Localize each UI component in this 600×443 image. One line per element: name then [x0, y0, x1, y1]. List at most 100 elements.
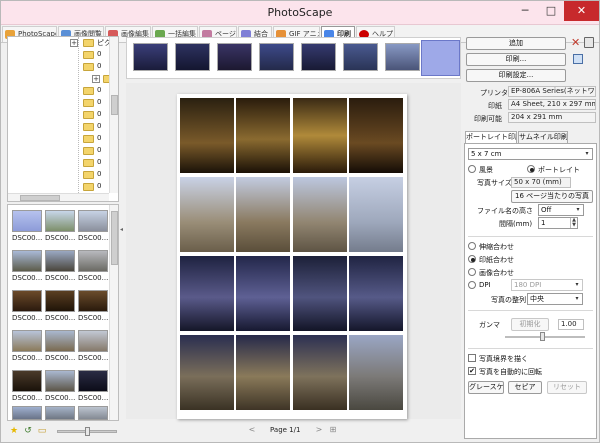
- prev-page-button[interactable]: <: [247, 425, 257, 435]
- per-page-button[interactable]: 16 ページ当たりの写真: [511, 190, 593, 203]
- folder-icon[interactable]: ▭: [37, 426, 47, 436]
- dpi-radio[interactable]: [468, 281, 476, 289]
- thumbnail[interactable]: [45, 406, 75, 420]
- slider-knob[interactable]: [85, 427, 90, 436]
- strip-thumbnail[interactable]: [175, 43, 210, 71]
- strip-thumbnail[interactable]: [385, 43, 420, 71]
- fit-image-radio[interactable]: [468, 268, 476, 276]
- expand-toggle[interactable]: +: [70, 39, 78, 47]
- close-button[interactable]: ✕: [564, 1, 599, 21]
- portrait-label: ポートレイト: [538, 166, 580, 174]
- tree-node[interactable]: 0: [8, 145, 118, 157]
- spinner-arrows[interactable]: ▲ ▼: [570, 218, 577, 228]
- tree-label: 0: [97, 110, 102, 118]
- border-checkbox[interactable]: [468, 354, 476, 362]
- photo-size-select[interactable]: 5 x 7 cm ▾: [468, 148, 593, 160]
- maximize-button[interactable]: □: [538, 1, 564, 21]
- strip-thumbnail[interactable]: [343, 43, 378, 71]
- printable-label: 印刷可能: [474, 115, 502, 123]
- expand-toggle[interactable]: +: [92, 75, 100, 83]
- folder-icon: [83, 183, 94, 191]
- thumbnail-vscrollbar[interactable]: [109, 205, 118, 420]
- tree-node[interactable]: 0: [8, 133, 118, 145]
- thumbnail[interactable]: [45, 250, 75, 272]
- thumbnail[interactable]: [78, 406, 108, 420]
- spacing-label: 間隔(mm): [499, 220, 533, 228]
- tree-label: 0: [97, 146, 102, 154]
- page-navigator: < Page 1/1 > ⊞: [126, 424, 461, 438]
- thumbnail[interactable]: [12, 250, 42, 272]
- autorotate-checkbox[interactable]: ✔: [468, 367, 476, 375]
- thumbnail[interactable]: [78, 370, 108, 392]
- sepia-button[interactable]: セピア: [508, 381, 542, 394]
- strip-thumbnail[interactable]: [133, 43, 168, 71]
- tree-vscrollbar[interactable]: [109, 37, 118, 193]
- gamma-slider-knob[interactable]: [540, 332, 545, 341]
- gamma-slider[interactable]: [505, 336, 585, 338]
- thumbnail[interactable]: [12, 210, 42, 232]
- star-icon[interactable]: ★: [9, 426, 19, 436]
- delete-icon[interactable]: ✕: [571, 36, 580, 49]
- thumbnail-size-slider[interactable]: [57, 427, 117, 436]
- strip-thumbnail-selected[interactable]: [421, 40, 460, 76]
- tree-node[interactable]: 0: [8, 121, 118, 133]
- thumbnail-scroll-thumb[interactable]: [111, 211, 118, 265]
- thumbnail[interactable]: [78, 290, 108, 312]
- tree-node[interactable]: 0: [8, 169, 118, 181]
- reset-button[interactable]: リセット: [547, 381, 587, 394]
- thumbnail[interactable]: [12, 406, 42, 420]
- tree-node[interactable]: 0: [8, 49, 118, 61]
- tree-node[interactable]: 0: [8, 61, 118, 73]
- strip-thumbnail[interactable]: [259, 43, 294, 71]
- thumbnail[interactable]: [78, 250, 108, 272]
- filename-height-select[interactable]: Off ▾: [538, 204, 584, 216]
- grayscale-button[interactable]: グレースケール: [468, 381, 504, 394]
- landscape-radio[interactable]: [468, 165, 476, 173]
- portrait-radio[interactable]: [527, 165, 535, 173]
- align-select[interactable]: 中央 ▾: [527, 293, 583, 305]
- zoom-icon[interactable]: ⊞: [328, 425, 338, 435]
- thumbnail[interactable]: [12, 330, 42, 352]
- tree-hscroll-thumb[interactable]: [20, 195, 60, 201]
- gamma-reset-button[interactable]: 初期化: [511, 318, 549, 331]
- trash-icon[interactable]: [584, 37, 594, 48]
- stretch-radio[interactable]: [468, 242, 476, 250]
- tree-node[interactable]: 0: [8, 157, 118, 169]
- tree-node[interactable]: 0: [8, 109, 118, 121]
- tree-scroll-thumb[interactable]: [111, 95, 118, 115]
- landscape-label: 風景: [479, 166, 493, 174]
- thumbnail[interactable]: [12, 370, 42, 392]
- thumbnail-label: DSC00...: [12, 234, 43, 242]
- print-settings-button[interactable]: 印刷設定...: [466, 69, 566, 82]
- thumbnail[interactable]: [45, 290, 75, 312]
- tree-node[interactable]: +0: [8, 73, 118, 85]
- collapse-handle[interactable]: ◂: [119, 226, 124, 240]
- print-preview-page: [177, 94, 407, 419]
- tree-node[interactable]: 0: [8, 85, 118, 97]
- rotate-icon[interactable]: ↺: [23, 426, 33, 436]
- strip-thumbnail[interactable]: [217, 43, 252, 71]
- gamma-value[interactable]: 1.00: [558, 319, 584, 330]
- list-icon[interactable]: [573, 54, 583, 64]
- preview-photo: [349, 256, 403, 331]
- fit-paper-radio[interactable]: [468, 255, 476, 263]
- thumbnail[interactable]: [45, 330, 75, 352]
- thumbnail[interactable]: [78, 330, 108, 352]
- thumbnail-label: DSC00...: [78, 234, 109, 242]
- add-button[interactable]: 追加: [466, 37, 566, 50]
- tree-node[interactable]: 0: [8, 181, 118, 193]
- tree-node[interactable]: + ピクチ: [8, 37, 118, 49]
- thumbnail[interactable]: [78, 210, 108, 232]
- spacing-spinner[interactable]: 1 ▲ ▼: [538, 217, 578, 229]
- print-button[interactable]: 印刷...: [466, 53, 566, 66]
- thumbnail[interactable]: [45, 210, 75, 232]
- tree-node[interactable]: 0: [8, 97, 118, 109]
- strip-thumbnail[interactable]: [301, 43, 336, 71]
- thumbnail[interactable]: [45, 370, 75, 392]
- tree-hscrollbar[interactable]: [8, 193, 109, 201]
- dpi-select[interactable]: 180 DPI ▾: [511, 279, 583, 291]
- next-page-button[interactable]: >: [314, 425, 324, 435]
- minimize-button[interactable]: ─: [512, 1, 538, 21]
- thumbnail[interactable]: [12, 290, 42, 312]
- select-value: 5 x 7 cm: [471, 150, 502, 158]
